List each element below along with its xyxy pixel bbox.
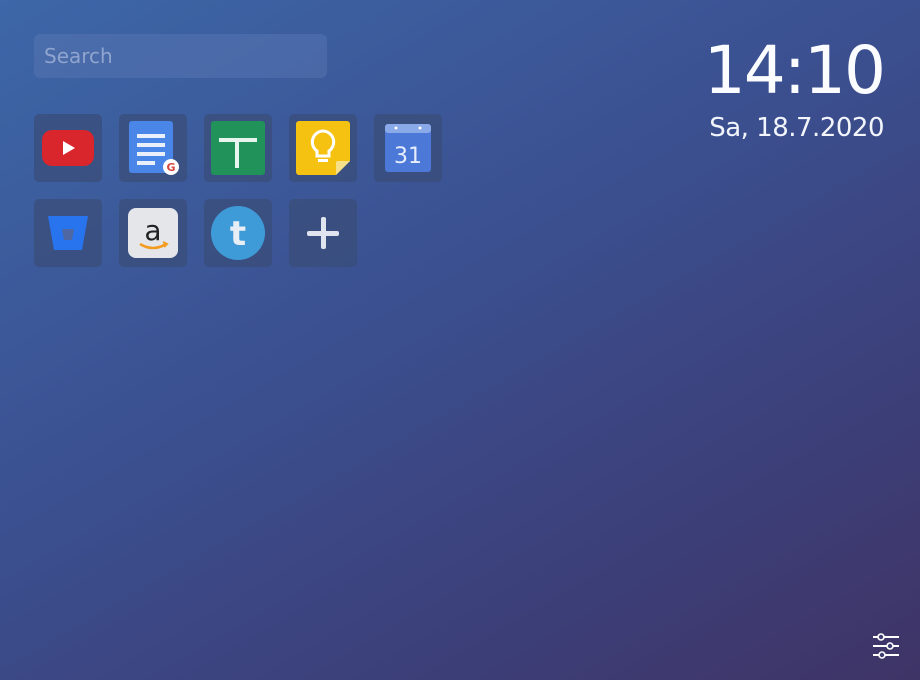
amazon-icon: a [128,208,178,258]
add-shortcut-button[interactable] [289,199,357,267]
search-box[interactable] [34,34,327,78]
shortcut-google-docs[interactable]: G [119,114,187,182]
tumblr-letter: t [230,214,246,254]
google-calendar-icon: 31 [385,124,431,172]
clock-date: Sa, 18.7.2020 [709,113,884,143]
shortcut-tumblr[interactable]: t [204,199,272,267]
calendar-day-label: 31 [394,144,422,169]
add-icon [307,217,339,249]
sliders-icon [873,633,899,659]
amazon-letter: a [144,214,161,247]
tumblr-icon: t [211,206,265,260]
shortcut-google-sheets[interactable] [204,114,272,182]
svg-text:G: G [166,161,175,174]
bitbucket-icon [48,216,88,250]
shortcut-bitbucket[interactable] [34,199,102,267]
google-sheets-icon [211,121,265,175]
clock-time: 14:10 [703,32,886,109]
settings-button[interactable] [872,632,900,660]
google-docs-icon: G [129,121,179,175]
shortcut-google-calendar[interactable]: 31 [374,114,442,182]
shortcut-google-keep[interactable] [289,114,357,182]
shortcut-amazon[interactable]: a [119,199,187,267]
youtube-icon [42,130,94,166]
clock-widget: 14:10 Sa, 18.7.2020 [703,32,886,144]
shortcut-youtube[interactable] [34,114,102,182]
google-keep-icon [296,121,350,175]
search-input[interactable] [42,43,319,69]
